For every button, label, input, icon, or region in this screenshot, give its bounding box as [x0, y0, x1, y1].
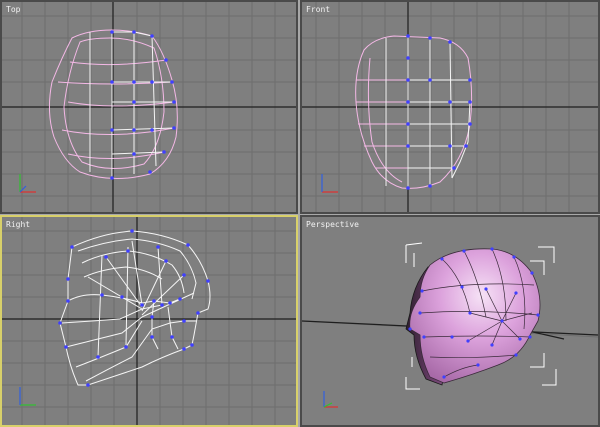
- head-wireframe-inner: [385, 36, 471, 188]
- viewport-perspective[interactable]: Perspective: [300, 215, 600, 427]
- axis-tripod-icon: [323, 391, 338, 408]
- viewport-front-canvas[interactable]: [302, 2, 598, 214]
- viewport-right[interactable]: Right: [0, 215, 298, 427]
- head-wireframe-side[interactable]: [59, 230, 211, 386]
- head-mesh[interactable]: [405, 248, 541, 386]
- head-wireframe-inner: [89, 31, 175, 178]
- viewport-right-canvas[interactable]: [2, 217, 296, 425]
- viewport-perspective-canvas[interactable]: [302, 217, 598, 425]
- viewport-top-canvas[interactable]: [2, 2, 298, 214]
- viewport-label-right[interactable]: Right: [6, 220, 30, 229]
- viewport-label-front[interactable]: Front: [306, 5, 330, 14]
- viewport-front[interactable]: Front: [300, 0, 600, 214]
- viewport-top[interactable]: Top: [0, 0, 298, 214]
- vertices[interactable]: [406, 34, 472, 190]
- grid: [302, 2, 598, 212]
- grid: [2, 217, 296, 425]
- world-axis: [302, 2, 598, 212]
- axis-tripod-icon: [321, 174, 338, 193]
- grid: [2, 2, 296, 212]
- viewport-label-top[interactable]: Top: [6, 5, 20, 14]
- viewport-label-perspective[interactable]: Perspective: [306, 220, 359, 229]
- world-axis: [2, 2, 296, 212]
